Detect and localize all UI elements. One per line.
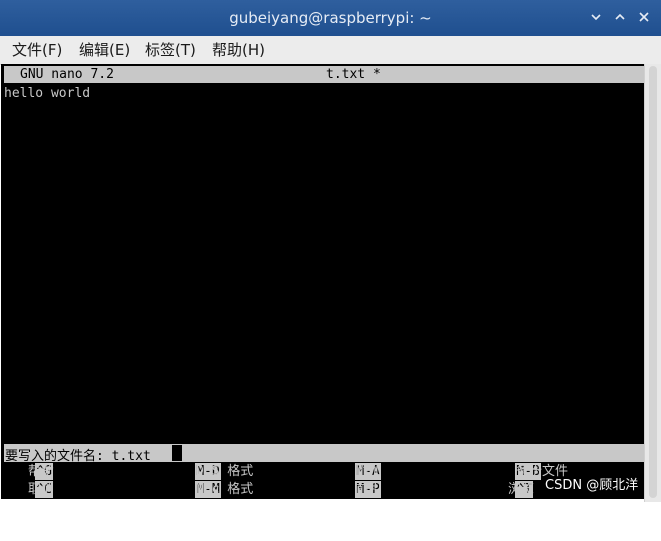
nano-header-bar: GNU nano 7.2 t.txt * bbox=[4, 66, 644, 83]
shortcut-mac-format[interactable]: M-M Mac 格式 bbox=[164, 481, 314, 498]
nano-version: GNU nano 7.2 bbox=[20, 67, 114, 82]
terminal-area[interactable]: GNU nano 7.2 t.txt * hello world 要写入的文件名… bbox=[1, 64, 644, 499]
shortcut-prepend[interactable]: M-P 前引 bbox=[324, 481, 474, 498]
menu-help[interactable]: 帮助(H) bbox=[212, 39, 265, 60]
menu-tabs[interactable]: 标签(T) bbox=[145, 39, 196, 60]
terminal-scrollbar[interactable] bbox=[644, 64, 661, 502]
shortcut-help[interactable]: ^G 帮助 bbox=[4, 463, 154, 480]
prompt-text: 要写入的文件名: t.txt bbox=[5, 449, 151, 464]
text-cursor bbox=[172, 445, 182, 461]
nano-filename: t.txt * bbox=[326, 67, 381, 82]
window-titlebar: gubeiyang@raspberrypi: ~ bbox=[0, 0, 661, 36]
close-icon[interactable] bbox=[636, 10, 652, 26]
shortcut-label: 取消 bbox=[28, 482, 55, 497]
shortcut-browse[interactable]: ^T 浏览 bbox=[484, 481, 544, 498]
watermark: CSDN @顾北洋 bbox=[545, 478, 639, 493]
window-menu-chevron-icon[interactable] bbox=[588, 10, 604, 26]
shortcut-label: Mac 格式 bbox=[196, 482, 254, 497]
scrollbar-thumb[interactable] bbox=[649, 66, 657, 498]
menu-file[interactable]: 文件(F) bbox=[12, 39, 62, 60]
shortcut-cancel[interactable]: ^C 取消 bbox=[4, 481, 154, 498]
shortcut-dos-format[interactable]: M-D DOS 格式 bbox=[164, 463, 314, 480]
shortcut-label: DOS 格式 bbox=[196, 464, 254, 479]
window-title: gubeiyang@raspberrypi: ~ bbox=[229, 9, 432, 27]
shortcut-label: 前引 bbox=[356, 482, 383, 497]
menubar: 文件(F) 编辑(E) 标签(T) 帮助(H) bbox=[0, 36, 661, 65]
shortcut-label: 帮助 bbox=[28, 464, 55, 479]
editor-text[interactable]: hello world bbox=[4, 86, 90, 101]
menu-edit[interactable]: 编辑(E) bbox=[79, 39, 130, 60]
shortcut-label: 附加 bbox=[356, 464, 383, 479]
save-filename-prompt[interactable]: 要写入的文件名: t.txt bbox=[4, 444, 644, 464]
maximize-icon[interactable] bbox=[612, 10, 628, 26]
shortcut-append[interactable]: M-A 附加 bbox=[324, 463, 474, 480]
shortcut-label: 浏览 bbox=[508, 482, 535, 497]
